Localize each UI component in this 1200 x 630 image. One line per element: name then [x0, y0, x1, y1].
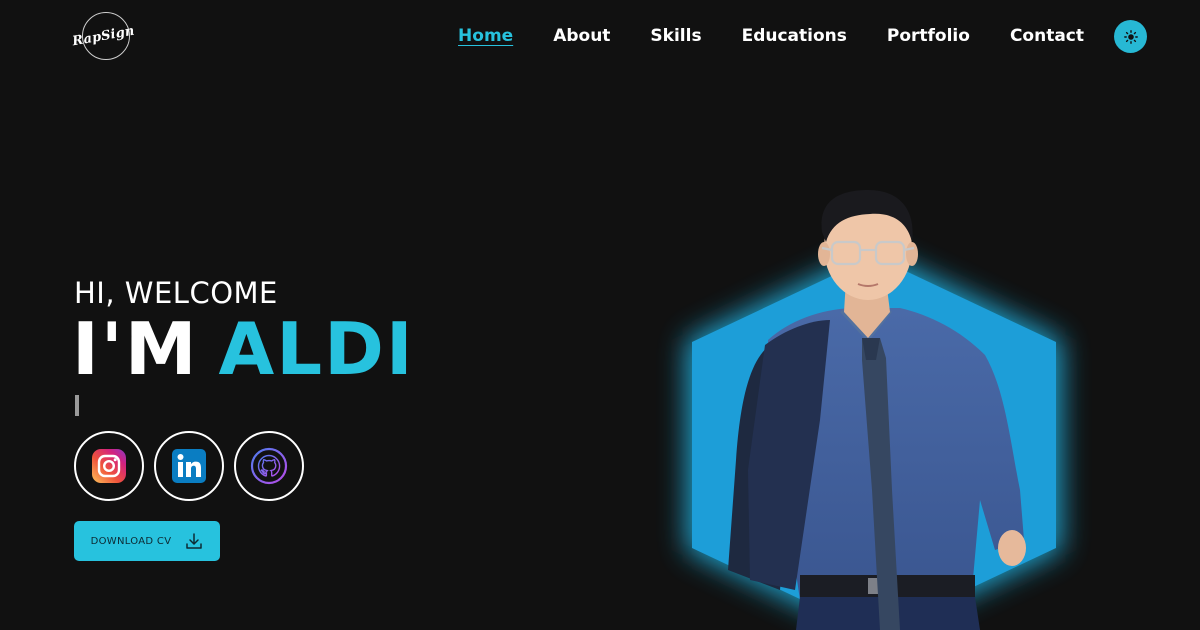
instagram-link[interactable]	[74, 431, 144, 501]
nav-educations[interactable]: Educations	[742, 24, 847, 48]
headline-name: ALDI	[218, 307, 415, 391]
download-icon	[186, 533, 203, 549]
main-nav: Home About Skills Educations Portfolio C…	[418, 24, 1084, 48]
typing-cursor	[75, 395, 79, 416]
linkedin-icon	[172, 449, 206, 483]
social-links	[74, 431, 304, 501]
hero-headline: I'M ALDI	[72, 308, 415, 390]
nav-contact[interactable]: Contact	[1010, 24, 1084, 48]
hero-greeting: HI, WELCOME	[74, 276, 278, 310]
download-cv-label: DOWNLOAD CV	[90, 535, 172, 547]
nav-portfolio[interactable]: Portfolio	[887, 24, 970, 48]
instagram-icon	[92, 449, 126, 483]
github-link[interactable]	[234, 431, 304, 501]
hero-portrait	[600, 170, 1160, 630]
download-cv-button[interactable]: DOWNLOAD CV	[74, 521, 220, 561]
sun-icon	[1123, 29, 1138, 44]
nav-home[interactable]: Home	[458, 24, 513, 48]
nav-skills[interactable]: Skills	[650, 24, 701, 48]
theme-toggle-button[interactable]	[1114, 20, 1147, 53]
nav-about[interactable]: About	[553, 24, 610, 48]
site-logo[interactable]: RapSign	[71, 12, 135, 60]
linkedin-link[interactable]	[154, 431, 224, 501]
headline-prefix: I'M	[72, 307, 199, 391]
github-icon	[250, 447, 288, 485]
